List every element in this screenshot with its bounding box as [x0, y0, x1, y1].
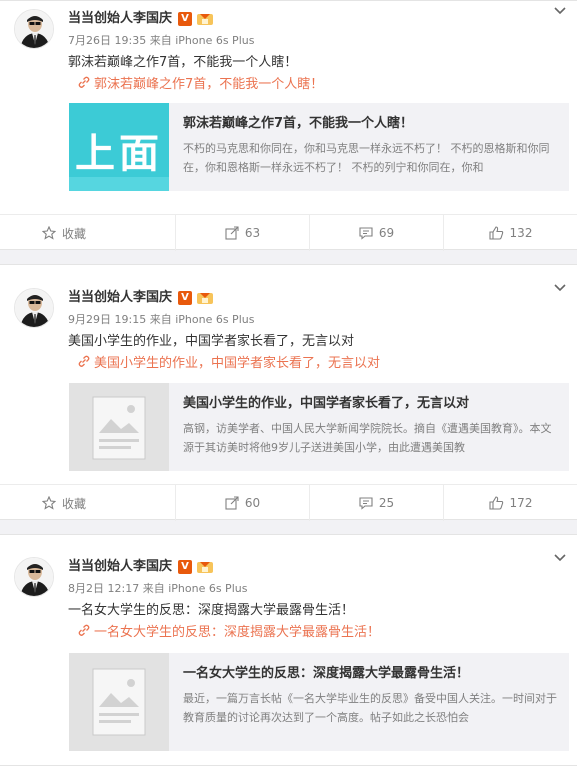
feed-gap	[0, 250, 577, 264]
action-bar: 收藏 63 69 132	[0, 214, 577, 251]
repost-button[interactable]: 63	[175, 215, 309, 251]
action-bar: 收藏 60 25 172	[0, 484, 577, 521]
share-description: 高钢，访美学者、中国人民大学新闻学院院长。摘自《遭遇美国教育》。本文源于其访美时…	[183, 422, 552, 454]
post-source[interactable]: iPhone 6s Plus	[175, 34, 254, 47]
share-title[interactable]: 一名女大学生的反思：深度揭露大学最露骨生活！	[183, 663, 559, 685]
author-name[interactable]: 当当创始人李国庆	[68, 11, 172, 26]
post-meta: 9月29日 19:15 来自 iPhone 6s Plus	[68, 311, 577, 329]
post-source[interactable]: iPhone 6s Plus	[168, 582, 247, 595]
member-badge-icon	[197, 13, 214, 25]
comment-icon	[359, 497, 373, 510]
repost-count: 60	[244, 496, 261, 510]
post-text: 美国小学生的作业，中国学者家长看了，无言以对	[68, 334, 355, 349]
share-card[interactable]: 上面 郭沫若巅峰之作7首，不能我一个人瞎！ 不朽的马克思和你同在，你和马克思一样…	[69, 103, 569, 191]
post-card: 当当创始人李国庆 V 7月26日 19:35 来自 iPhone 6s Plus …	[0, 0, 577, 251]
share-description: 不朽的马克思和你同在，你和马克思一样永远不朽了！ 不朽的恩格斯和你同在，你和恩格…	[183, 142, 550, 174]
author-line: 当当创始人李国庆 V	[68, 9, 577, 29]
share-thumbnail: 上面	[69, 103, 169, 191]
document-placeholder-icon	[92, 668, 146, 736]
source-prefix: 来自	[142, 582, 165, 595]
star-icon	[42, 226, 56, 240]
post-source[interactable]: iPhone 6s Plus	[175, 313, 254, 326]
link-pin-icon	[78, 624, 90, 636]
post-card: 当当创始人李国庆 V 8月2日 12:17 来自 iPhone 6s Plus 一…	[0, 534, 577, 766]
favorite-label: 收藏	[62, 496, 87, 511]
post-time[interactable]: 7月26日 19:35	[68, 34, 146, 47]
post-link-text[interactable]: 美国小学生的作业，中国学者家长看了，无言以对	[94, 356, 380, 371]
thumbs-up-icon	[488, 496, 503, 510]
comment-count: 25	[378, 496, 395, 510]
verified-badge: V	[178, 559, 193, 574]
share-title[interactable]: 郭沫若巅峰之作7首，不能我一个人瞎！	[183, 113, 559, 135]
repost-count: 63	[244, 226, 261, 240]
share-card[interactable]: 一名女大学生的反思：深度揭露大学最露骨生活！ 最近，一篇万言长帖《一名大学毕业生…	[69, 653, 569, 751]
share-description: 最近，一篇万言长帖《一名大学毕业生的反思》备受中国人关注。一时间对于教育质量的讨…	[183, 692, 557, 724]
author-line: 当当创始人李国庆 V	[68, 288, 577, 308]
like-button[interactable]: 132	[443, 215, 577, 251]
post-meta: 8月2日 12:17 来自 iPhone 6s Plus	[68, 580, 577, 598]
repost-button[interactable]: 60	[175, 485, 309, 521]
post-card: 当当创始人李国庆 V 9月29日 19:15 来自 iPhone 6s Plus …	[0, 264, 577, 521]
star-icon	[42, 496, 56, 510]
post-text: 郭沫若巅峰之作7首，不能我一个人瞎！	[68, 55, 298, 70]
thumbs-up-icon	[488, 226, 503, 240]
comment-icon	[359, 227, 373, 240]
post-link[interactable]: 美国小学生的作业，中国学者家长看了，无言以对	[68, 353, 577, 375]
repost-icon	[225, 226, 239, 240]
post-link[interactable]: 一名女大学生的反思：深度揭露大学最露骨生活！	[68, 622, 577, 644]
share-text: 郭沫若巅峰之作7首，不能我一个人瞎！ 不朽的马克思和你同在，你和马克思一样永远不…	[183, 103, 559, 177]
favorite-button[interactable]: 收藏	[0, 485, 175, 521]
share-text: 美国小学生的作业，中国学者家长看了，无言以对 高钢，访美学者、中国人民大学新闻学…	[183, 383, 559, 457]
post-text: 一名女大学生的反思：深度揭露大学最露骨生活！	[68, 603, 355, 618]
member-badge-icon	[197, 292, 214, 304]
share-title[interactable]: 美国小学生的作业，中国学者家长看了，无言以对	[183, 393, 559, 415]
like-count: 172	[509, 496, 533, 510]
author-name[interactable]: 当当创始人李国庆	[68, 559, 172, 574]
like-button[interactable]: 172	[443, 485, 577, 521]
share-text: 一名女大学生的反思：深度揭露大学最露骨生活！ 最近，一篇万言长帖《一名大学毕业生…	[183, 653, 559, 727]
comment-button[interactable]: 25	[309, 485, 443, 521]
verified-badge: V	[178, 11, 193, 26]
source-prefix: 来自	[149, 34, 172, 47]
share-thumbnail	[69, 383, 169, 471]
post-meta: 7月26日 19:35 来自 iPhone 6s Plus	[68, 32, 577, 50]
document-placeholder-icon	[92, 396, 146, 460]
post-link[interactable]: 郭沫若巅峰之作7首，不能我一个人瞎！	[68, 74, 577, 96]
comment-button[interactable]: 69	[309, 215, 443, 251]
link-pin-icon	[78, 355, 90, 367]
favorite-label: 收藏	[62, 226, 87, 241]
thumbnail-text: 上面	[75, 131, 163, 177]
author-line: 当当创始人李国庆 V	[68, 557, 577, 577]
favorite-button[interactable]: 收藏	[0, 215, 175, 251]
feed-gap	[0, 520, 577, 534]
post-link-text[interactable]: 一名女大学生的反思：深度揭露大学最露骨生活！	[94, 625, 380, 640]
weibo-feed: 当当创始人李国庆 V 7月26日 19:35 来自 iPhone 6s Plus …	[0, 0, 577, 766]
post-link-text[interactable]: 郭沫若巅峰之作7首，不能我一个人瞎！	[94, 77, 323, 92]
like-count: 132	[509, 226, 533, 240]
share-thumbnail	[69, 653, 169, 751]
post-time[interactable]: 8月2日 12:17	[68, 582, 139, 595]
share-card[interactable]: 美国小学生的作业，中国学者家长看了，无言以对 高钢，访美学者、中国人民大学新闻学…	[69, 383, 569, 471]
source-prefix: 来自	[149, 313, 172, 326]
link-pin-icon	[78, 76, 90, 88]
verified-badge: V	[178, 290, 193, 305]
member-badge-icon	[197, 561, 214, 573]
author-name[interactable]: 当当创始人李国庆	[68, 290, 172, 305]
comment-count: 69	[378, 226, 395, 240]
repost-icon	[225, 496, 239, 510]
post-time[interactable]: 9月29日 19:15	[68, 313, 146, 326]
